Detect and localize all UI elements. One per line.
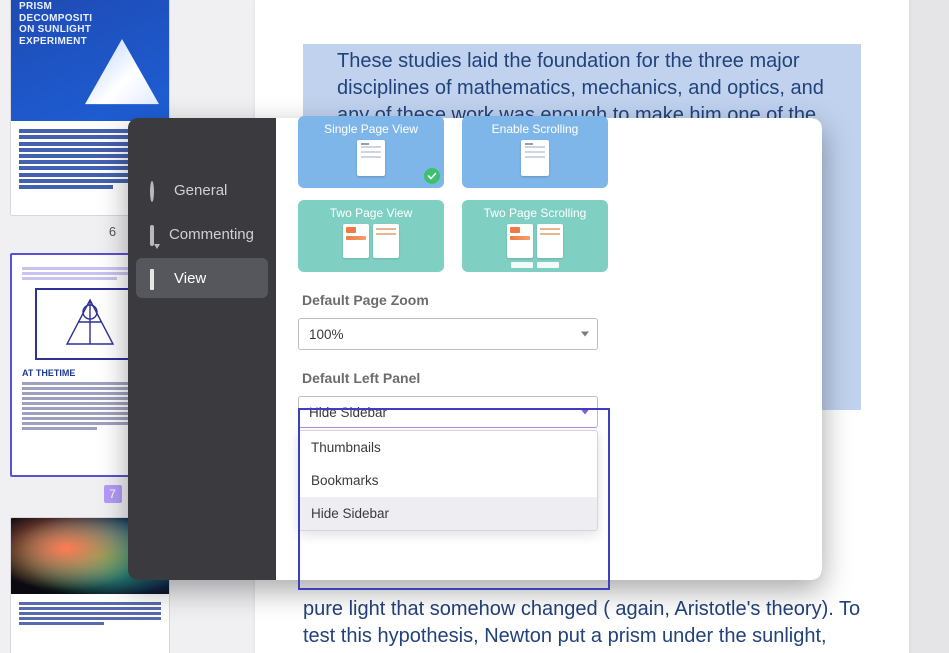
dropdown-option-thumbnails[interactable]: Thumbnails	[299, 431, 597, 464]
zoom-select-value: 100%	[309, 327, 344, 342]
thumb-6-title-l3: ON SUNLIGHT	[19, 24, 91, 35]
chevron-down-icon	[581, 410, 589, 415]
sidebar-label-general: General	[174, 182, 227, 199]
left-panel-select-value: Hide Sidebar	[309, 405, 387, 420]
sidebar-label-view: View	[174, 270, 206, 287]
sidebar-item-view[interactable]: View	[136, 258, 268, 298]
sidebar-label-commenting: Commenting	[169, 226, 254, 243]
dropdown-option-hide-sidebar[interactable]: Hide Sidebar	[299, 497, 597, 530]
view-icon	[150, 271, 164, 285]
dropdown-option-bookmarks[interactable]: Bookmarks	[299, 464, 597, 497]
preferences-modal: General Commenting View Single Page View	[128, 118, 822, 580]
preferences-sidebar: General Commenting View	[128, 118, 276, 580]
thumbnail-number-7: 7	[104, 485, 122, 503]
single-page-icon	[357, 140, 385, 176]
left-panel-select[interactable]: Hide Sidebar	[298, 396, 598, 428]
two-page-scroll-icon	[507, 224, 563, 258]
chevron-down-icon	[581, 332, 589, 337]
view-card-enable-scrolling[interactable]: Enable Scrolling	[462, 116, 608, 188]
thumb-6-title-l4: EXPERIMENT	[19, 36, 87, 47]
section-title-zoom: Default Page Zoom	[302, 292, 800, 308]
sidebar-item-general[interactable]: General	[136, 170, 268, 210]
view-card-two-page-scrolling[interactable]: Two Page Scrolling	[462, 200, 608, 272]
view-card-single-page[interactable]: Single Page View	[298, 116, 444, 188]
gear-icon	[150, 183, 164, 197]
view-card-label: Enable Scrolling	[492, 122, 579, 136]
preferences-content: Single Page View Enable Scrolling Two Pa…	[276, 118, 822, 580]
view-card-label: Two Page Scrolling	[484, 206, 587, 220]
left-panel-dropdown: Thumbnails Bookmarks Hide Sidebar	[298, 430, 598, 531]
zoom-select[interactable]: 100%	[298, 318, 598, 350]
view-card-label: Two Page View	[330, 206, 413, 220]
two-page-icon	[343, 224, 399, 258]
view-card-two-page[interactable]: Two Page View	[298, 200, 444, 272]
thumb-6-title-l2: DECOMPOSITI	[19, 13, 92, 24]
scrolling-page-icon	[521, 140, 549, 176]
page-view-grid: Single Page View Enable Scrolling Two Pa…	[298, 116, 800, 272]
view-card-label: Single Page View	[324, 122, 418, 136]
prism-illustration	[85, 39, 159, 113]
sidebar-item-commenting[interactable]: Commenting	[136, 214, 268, 254]
selected-check-icon	[424, 168, 440, 184]
thumb-6-title-l1: PRISM	[19, 1, 52, 12]
section-title-left-panel: Default Left Panel	[302, 370, 800, 386]
body-paragraph: pure light that somehow changed ( again,…	[303, 596, 861, 653]
comment-icon	[150, 227, 159, 241]
